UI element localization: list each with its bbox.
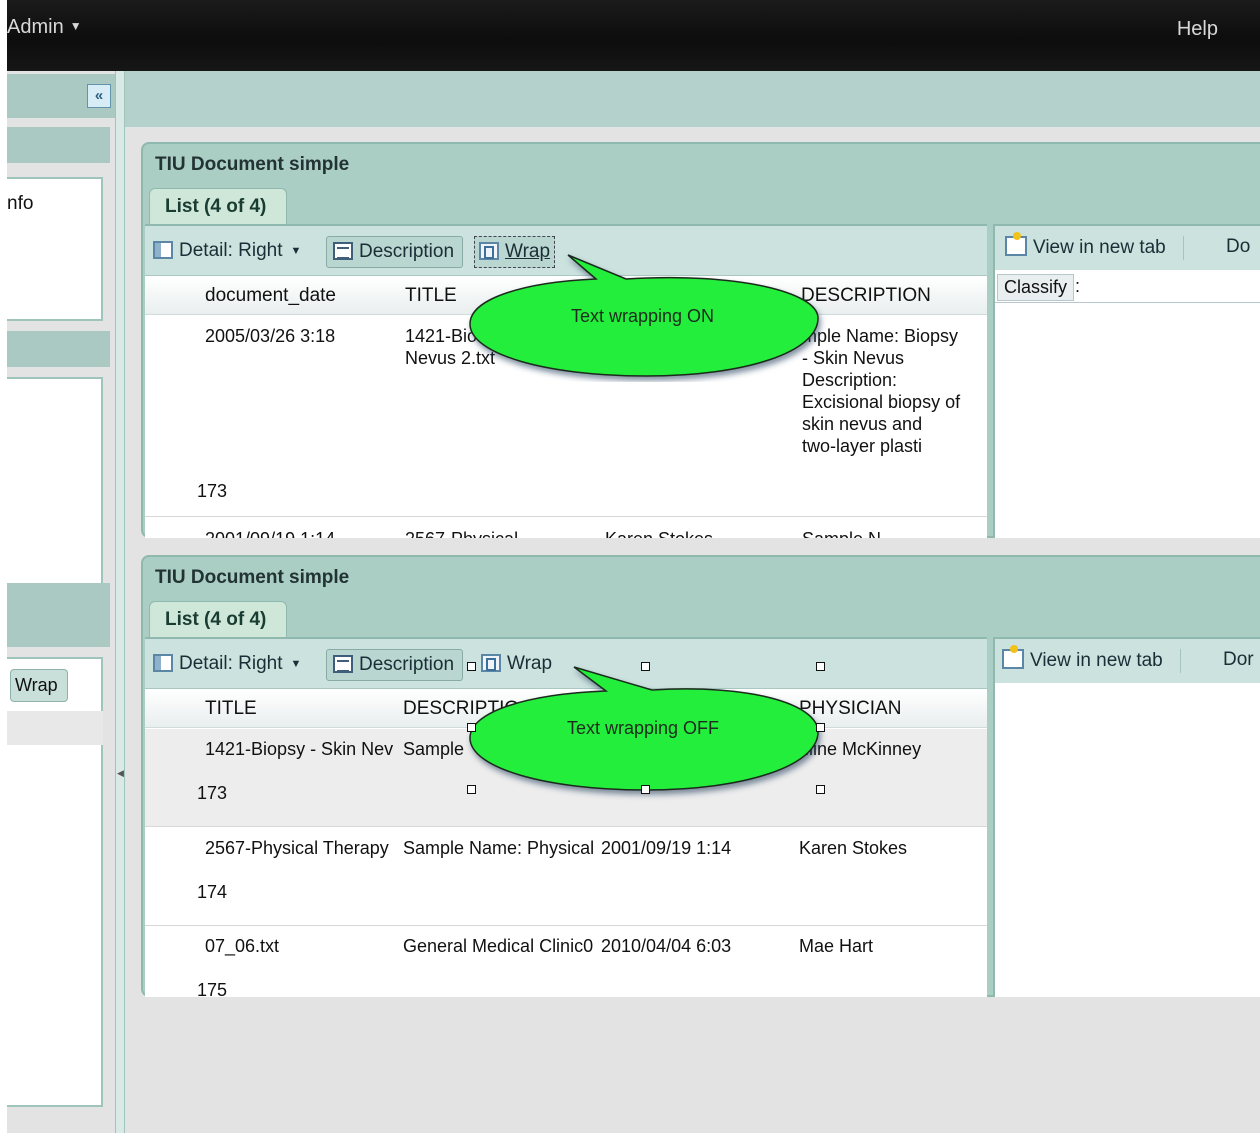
cell-physician: Karen Stokes [605, 528, 713, 538]
view-in-new-tab-label: View in new tab [1033, 237, 1166, 258]
chevron-down-icon: ▼ [69, 19, 82, 33]
resize-handle[interactable] [467, 723, 476, 732]
detail-layout-icon [153, 241, 173, 259]
detail-pane: View in new tab Dor [993, 637, 1260, 997]
top-nav-bar: Admin ▼ Help [7, 0, 1260, 71]
callout-text: Text wrapping OFF [567, 718, 720, 738]
classify-button[interactable]: Classify [997, 274, 1075, 301]
tab-list[interactable]: List (4 of 4) [149, 601, 287, 637]
collapse-sidebar-button[interactable]: « [87, 84, 111, 108]
detail-layout-icon [153, 654, 173, 672]
admin-menu-label: Admin [7, 16, 64, 38]
description-icon [333, 655, 353, 673]
description-label: Description [359, 241, 455, 262]
view-in-new-tab-label: View in new tab [1030, 650, 1163, 671]
sidebar-strip [7, 711, 103, 745]
done-button[interactable]: Do [1226, 236, 1250, 258]
cell-record-id: 173 [197, 783, 228, 803]
column-header-title[interactable]: TITLE [205, 698, 257, 720]
cell-description: Sample Name: Physical [403, 838, 595, 858]
description-toggle-button[interactable]: Description [326, 236, 464, 268]
resize-handle[interactable] [816, 723, 825, 732]
cell-date: 2010/04/04 6:03 [601, 936, 732, 956]
new-tab-icon [1005, 232, 1027, 256]
toolbar-separator [1180, 649, 1181, 673]
sidebar-section-header [7, 127, 110, 163]
detail-position-dropdown[interactable]: Detail: Right ▼ [153, 649, 301, 681]
admin-menu[interactable]: Admin ▼ [7, 16, 82, 39]
detail-position-dropdown[interactable]: Detail: Right ▼ [153, 236, 301, 268]
resize-handle[interactable] [641, 662, 650, 671]
main-content: TIU Document simple List (4 of 4) Detail… [125, 71, 1260, 1133]
cell-description: Excisional biopsy of [802, 392, 961, 412]
row-separator [145, 516, 987, 517]
cell-description: Sample N [802, 528, 881, 538]
cell-record-id: 175 [197, 980, 228, 997]
description-label: Description [359, 654, 455, 675]
view-in-new-tab-button[interactable]: View in new tab [1002, 645, 1163, 672]
resize-handle[interactable] [467, 785, 476, 794]
new-tab-icon [1002, 645, 1024, 669]
cell-date: 2001/09/19 1:14 [601, 838, 732, 858]
cell-description: Sample [403, 739, 465, 759]
detail-toolbar: View in new tab Do [995, 226, 1260, 270]
resize-handle[interactable] [816, 785, 825, 794]
detail-pane: View in new tab Do Classify : [993, 224, 1260, 538]
cell-description: two-layer plasti [802, 436, 923, 456]
toolbar-separator [1183, 236, 1184, 260]
left-sidebar: « nfo Wrap [7, 71, 115, 1133]
main-toolbar [125, 71, 1260, 127]
classify-divider [995, 302, 1260, 303]
cell-record-id: 174 [197, 882, 228, 902]
row-separator [145, 925, 987, 926]
description-toggle-button[interactable]: Description [326, 649, 464, 681]
sidebar-section-header [7, 583, 110, 647]
description-icon [333, 242, 353, 260]
cell-physician: Mae Hart [799, 936, 874, 956]
cell-title: 2567-Physical Therapy [205, 838, 389, 858]
resize-handle[interactable] [641, 785, 650, 794]
help-link[interactable]: Help [1177, 18, 1218, 41]
sidebar-section-header [7, 331, 110, 367]
cell-physician: Karen Stokes [799, 838, 908, 858]
callout-text: Text wrapping ON [571, 306, 715, 326]
sidebar-info-label[interactable]: nfo [7, 193, 33, 215]
chevron-down-icon: ▼ [290, 658, 302, 670]
detail-toolbar: View in new tab Dor [995, 639, 1260, 683]
collapse-arrow-icon[interactable]: ◀ [117, 768, 124, 779]
cell-title: 1421-Biopsy - Skin Nev [205, 739, 394, 759]
cell-document-date: 2001/09/19 1:14 [205, 528, 335, 538]
sidebar-header: « [7, 74, 115, 118]
detail-position-label: Detail: Right [179, 653, 283, 674]
panel-title: TIU Document simple [155, 154, 350, 175]
panel-title: TIU Document simple [155, 567, 350, 588]
callout-text-wrapping-off: Text wrapping OFF [466, 664, 830, 802]
cell-description: skin nevus and [802, 414, 923, 434]
detail-position-label: Detail: Right [179, 240, 283, 261]
column-header-title[interactable]: TITLE [405, 285, 457, 307]
sidebar-splitter[interactable]: ◀ [115, 71, 125, 1133]
row-separator [145, 826, 987, 827]
cell-description: General Medical Clinic0 [403, 936, 594, 956]
column-header-document-date[interactable]: document_date [205, 285, 336, 307]
chevron-down-icon: ▼ [290, 245, 302, 257]
cell-document-date: 2005/03/26 3:18 [205, 326, 336, 346]
cell-title: 07_06.txt [205, 936, 280, 956]
sidebar-wrap-button[interactable]: Wrap [10, 669, 68, 702]
view-in-new-tab-button[interactable]: View in new tab [1005, 232, 1166, 259]
callout-text-wrapping-on: Text wrapping ON [466, 252, 830, 382]
classify-colon: : [1075, 276, 1081, 296]
resize-handle[interactable] [816, 662, 825, 671]
cell-title: 2567-Physical [405, 528, 518, 538]
tab-list[interactable]: List (4 of 4) [149, 188, 287, 224]
done-button[interactable]: Dor [1223, 649, 1254, 671]
cell-record-id: 173 [197, 481, 228, 501]
resize-handle[interactable] [467, 662, 476, 671]
